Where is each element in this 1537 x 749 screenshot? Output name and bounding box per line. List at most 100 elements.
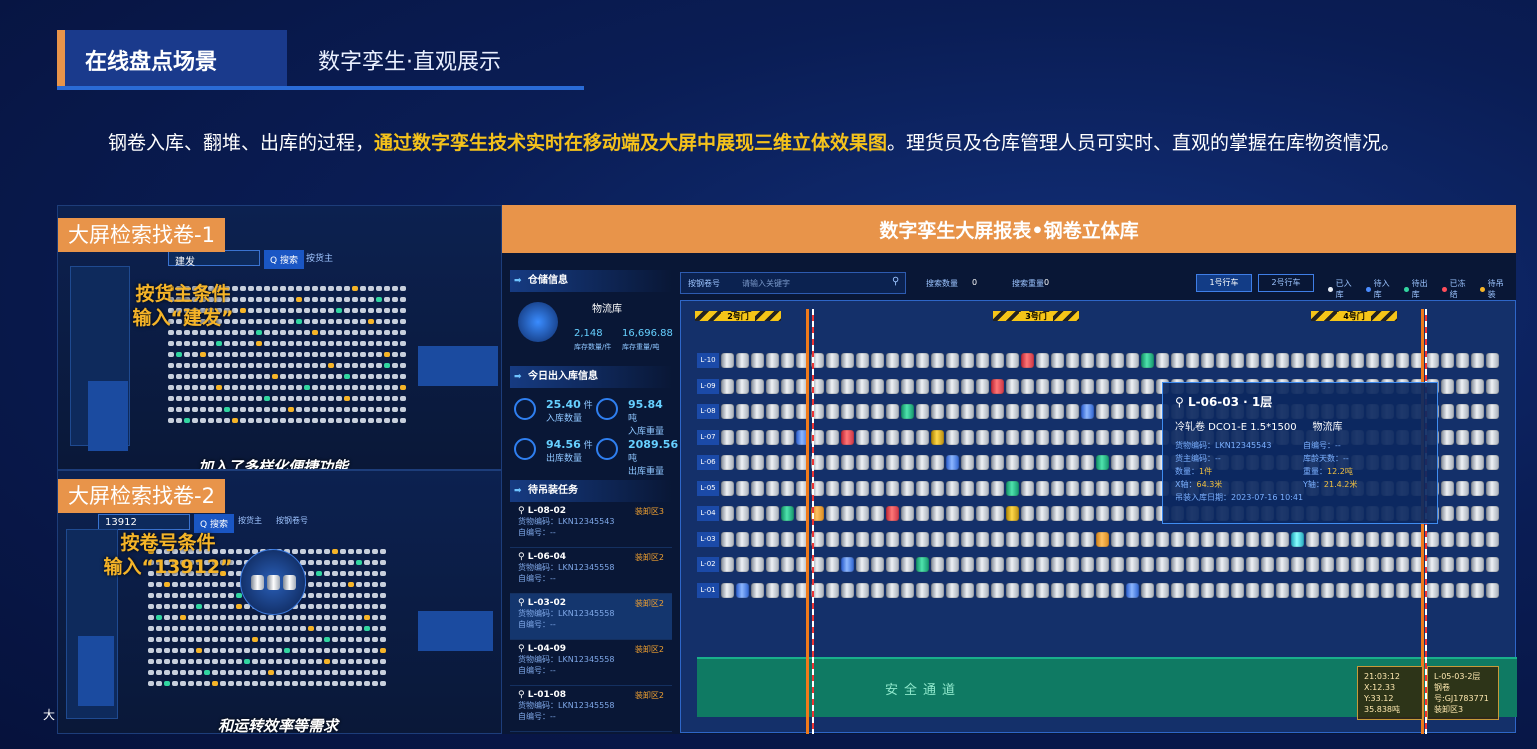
coil[interactable]	[766, 531, 779, 547]
coil[interactable]	[916, 557, 929, 572]
coil[interactable]	[1246, 582, 1259, 598]
coil[interactable]	[1126, 582, 1139, 598]
coil[interactable]	[991, 480, 1004, 496]
coil[interactable]	[1486, 582, 1499, 598]
coil[interactable]	[1081, 353, 1094, 368]
coil[interactable]	[1246, 353, 1259, 368]
coil[interactable]	[1231, 582, 1244, 598]
coil[interactable]	[901, 582, 914, 598]
coil[interactable]	[766, 404, 779, 419]
coil[interactable]	[1456, 531, 1469, 547]
coil[interactable]	[976, 582, 989, 598]
coil[interactable]	[1021, 531, 1034, 547]
coil[interactable]	[1471, 506, 1484, 521]
coil[interactable]	[991, 404, 1004, 419]
coil[interactable]	[751, 378, 764, 394]
coil[interactable]	[1066, 582, 1079, 598]
coil[interactable]	[976, 353, 989, 368]
coil[interactable]	[871, 582, 884, 598]
coil[interactable]	[991, 582, 1004, 598]
panel1-search-button[interactable]: Q 搜索	[264, 250, 304, 269]
coil[interactable]	[1111, 582, 1124, 598]
coil[interactable]	[991, 378, 1004, 394]
coil[interactable]	[901, 557, 914, 572]
coil[interactable]	[1471, 429, 1484, 445]
coil[interactable]	[1276, 557, 1289, 572]
coil[interactable]	[931, 531, 944, 547]
coil[interactable]	[1111, 531, 1124, 547]
coil[interactable]	[1261, 531, 1274, 547]
coil[interactable]	[1111, 378, 1124, 394]
coil[interactable]	[1096, 480, 1109, 496]
coil[interactable]	[1471, 531, 1484, 547]
coil[interactable]	[781, 557, 794, 572]
coil[interactable]	[991, 557, 1004, 572]
coil[interactable]	[1216, 582, 1229, 598]
coil[interactable]	[1096, 582, 1109, 598]
coil[interactable]	[946, 531, 959, 547]
coil[interactable]	[1171, 353, 1184, 368]
task-item[interactable]: 装卸区2 ⚲ L-06-04 货物编码：LKN12345558 自编号：--	[510, 548, 672, 594]
coil[interactable]	[1471, 480, 1484, 496]
coil[interactable]	[1456, 429, 1469, 445]
coil[interactable]	[931, 582, 944, 598]
coil[interactable]	[901, 480, 914, 496]
coil[interactable]	[1366, 557, 1379, 572]
coil[interactable]	[931, 506, 944, 521]
coil[interactable]	[916, 429, 929, 445]
coil[interactable]	[721, 429, 734, 445]
coil[interactable]	[1171, 582, 1184, 598]
coil[interactable]	[1036, 378, 1049, 394]
coil[interactable]	[1471, 353, 1484, 368]
coil[interactable]	[1051, 378, 1064, 394]
coil[interactable]	[766, 582, 779, 598]
coil[interactable]	[961, 506, 974, 521]
coil[interactable]	[736, 455, 749, 470]
coil[interactable]	[751, 353, 764, 368]
coil[interactable]	[931, 480, 944, 496]
coil[interactable]	[841, 429, 854, 445]
coil[interactable]	[826, 455, 839, 470]
coil[interactable]	[766, 353, 779, 368]
coil[interactable]	[751, 404, 764, 419]
coil[interactable]	[1021, 480, 1034, 496]
coil[interactable]	[1111, 480, 1124, 496]
coil[interactable]	[1276, 353, 1289, 368]
coil[interactable]	[1366, 582, 1379, 598]
coil[interactable]	[1231, 531, 1244, 547]
coil[interactable]	[1276, 531, 1289, 547]
coil[interactable]	[1126, 404, 1139, 419]
coil[interactable]	[1186, 531, 1199, 547]
coil[interactable]	[961, 480, 974, 496]
coil[interactable]	[1351, 582, 1364, 598]
coil[interactable]	[1306, 353, 1319, 368]
coil[interactable]	[1456, 506, 1469, 521]
coil[interactable]	[946, 557, 959, 572]
coil[interactable]	[1036, 531, 1049, 547]
task-item[interactable]: 装卸区3 ⚲ L-08-02 货物编码：LKN12345543 自编号：--	[510, 502, 672, 548]
coil[interactable]	[1216, 531, 1229, 547]
coil[interactable]	[1381, 557, 1394, 572]
coil[interactable]	[856, 531, 869, 547]
coil[interactable]	[1021, 557, 1034, 572]
coil[interactable]	[1186, 557, 1199, 572]
coil[interactable]	[736, 531, 749, 547]
coil[interactable]	[916, 506, 929, 521]
coil[interactable]	[1381, 353, 1394, 368]
panel1-option[interactable]: 按货主	[306, 251, 333, 264]
coil[interactable]	[1336, 582, 1349, 598]
crane2-button[interactable]: 2号行车	[1258, 274, 1314, 292]
coil[interactable]	[1111, 557, 1124, 572]
coil[interactable]	[1021, 378, 1034, 394]
coil[interactable]	[1201, 557, 1214, 572]
coil[interactable]	[721, 480, 734, 496]
coil[interactable]	[1111, 429, 1124, 445]
coil[interactable]	[1141, 378, 1154, 394]
coil[interactable]	[751, 557, 764, 572]
coil[interactable]	[826, 557, 839, 572]
coil[interactable]	[1126, 353, 1139, 368]
coil[interactable]	[1051, 455, 1064, 470]
coil[interactable]	[1096, 378, 1109, 394]
coil[interactable]	[1276, 582, 1289, 598]
panel2-search-input[interactable]: 13912	[98, 514, 190, 530]
